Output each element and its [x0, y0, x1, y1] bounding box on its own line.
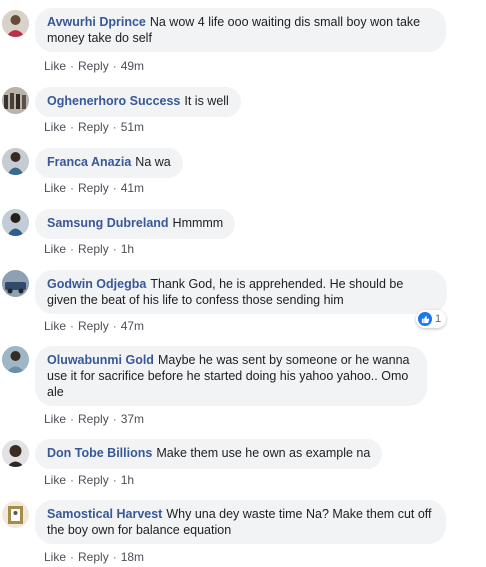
like-link[interactable]: Like	[44, 120, 66, 134]
comment-author[interactable]: Samostical Harvest	[47, 507, 162, 521]
comment-author[interactable]: Oghenerhoro Success	[47, 94, 180, 108]
separator: ·	[70, 319, 75, 333]
separator: ·	[70, 412, 75, 426]
avatar[interactable]	[2, 346, 29, 373]
comment-text: Hmmmm	[172, 216, 224, 230]
timestamp[interactable]: 49m	[121, 59, 144, 73]
separator: ·	[112, 59, 117, 73]
like-link[interactable]: Like	[44, 59, 66, 73]
separator: ·	[112, 242, 117, 256]
comment-bubble: Franca Anazia Na wa	[35, 148, 183, 178]
comment-actions: Like · Reply · 49m	[44, 59, 144, 73]
comment-bubble: Godwin Odjegba Thank God, he is apprehend…	[35, 270, 447, 314]
comment-text: Make them use he own as example na	[156, 446, 371, 460]
comment-text: Na wa	[135, 155, 171, 169]
comment-actions: Like · Reply · 1h	[44, 473, 134, 487]
timestamp[interactable]: 37m	[121, 412, 144, 426]
comment-author[interactable]: Don Tobe Billions	[47, 446, 152, 460]
separator: ·	[70, 473, 75, 487]
separator: ·	[112, 120, 117, 134]
comment-actions: Like · Reply · 37m	[44, 412, 144, 426]
reply-link[interactable]: Reply	[78, 242, 109, 256]
timestamp[interactable]: 1h	[121, 473, 134, 487]
reply-link[interactable]: Reply	[78, 473, 109, 487]
reaction-count: 1	[435, 313, 442, 325]
reply-link[interactable]: Reply	[78, 550, 109, 564]
separator: ·	[70, 181, 75, 195]
separator: ·	[112, 473, 117, 487]
comment-bubble: Don Tobe Billions Make them use he own as…	[35, 439, 383, 469]
like-link[interactable]: Like	[44, 550, 66, 564]
reply-link[interactable]: Reply	[78, 120, 109, 134]
separator: ·	[112, 319, 117, 333]
separator: ·	[112, 550, 117, 564]
avatar[interactable]	[2, 87, 29, 114]
like-link[interactable]: Like	[44, 319, 66, 333]
comment-bubble: Avwurhi Dprince Na wow 4 life ooo waiting…	[35, 8, 446, 52]
like-link[interactable]: Like	[44, 412, 66, 426]
comment-author[interactable]: Godwin Odjegba	[47, 277, 146, 291]
comment-author[interactable]: Oluwabunmi Gold	[47, 353, 154, 367]
comment-bubble: Oluwabunmi Gold Maybe he was sent by some…	[35, 346, 427, 406]
comment-author[interactable]: Franca Anazia	[47, 155, 131, 169]
separator: ·	[70, 242, 75, 256]
comment-author[interactable]: Samsung Dubreland	[47, 216, 169, 230]
separator: ·	[70, 120, 75, 134]
reply-link[interactable]: Reply	[78, 59, 109, 73]
comment-actions: Like · Reply · 51m	[44, 120, 144, 134]
comment-text: It is well	[184, 94, 229, 108]
separator: ·	[112, 181, 117, 195]
avatar[interactable]	[2, 209, 29, 236]
comment-bubble: Oghenerhoro Success It is well	[35, 87, 241, 117]
timestamp[interactable]: 41m	[121, 181, 144, 195]
avatar[interactable]	[2, 440, 29, 467]
comment-bubble: Samostical Harvest Why una dey waste time…	[35, 500, 446, 544]
like-link[interactable]: Like	[44, 242, 66, 256]
separator: ·	[70, 550, 75, 564]
reply-link[interactable]: Reply	[78, 412, 109, 426]
reaction-summary[interactable]: 1	[416, 310, 447, 328]
comment-actions: Like · Reply · 47m	[44, 319, 144, 333]
timestamp[interactable]: 47m	[121, 319, 144, 333]
reply-link[interactable]: Reply	[78, 319, 109, 333]
timestamp[interactable]: 51m	[121, 120, 144, 134]
avatar[interactable]	[2, 148, 29, 175]
timestamp[interactable]: 18m	[121, 550, 144, 564]
comment-actions: Like · Reply · 41m	[44, 181, 144, 195]
like-link[interactable]: Like	[44, 181, 66, 195]
avatar[interactable]	[2, 10, 29, 37]
avatar[interactable]	[2, 270, 29, 297]
comment-bubble: Samsung Dubreland Hmmmm	[35, 209, 236, 239]
reply-link[interactable]: Reply	[78, 181, 109, 195]
avatar[interactable]	[2, 501, 29, 528]
comment-author[interactable]: Avwurhi Dprince	[47, 15, 146, 29]
like-link[interactable]: Like	[44, 473, 66, 487]
comment-actions: Like · Reply · 18m	[44, 550, 144, 564]
comment-actions: Like · Reply · 1h	[44, 242, 134, 256]
timestamp[interactable]: 1h	[121, 242, 134, 256]
thumbs-up-icon	[418, 312, 432, 326]
separator: ·	[70, 59, 75, 73]
separator: ·	[112, 412, 117, 426]
